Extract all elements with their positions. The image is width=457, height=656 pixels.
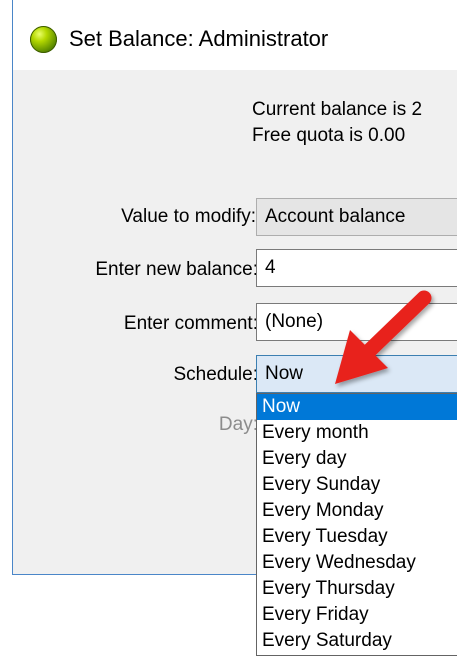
day-label: Day: [218,414,258,435]
schedule-option-every-saturday[interactable]: Every Saturday [257,628,457,654]
schedule-option-every-sunday[interactable]: Every Sunday [257,472,457,498]
value-to-modify-select[interactable]: Account balance [256,198,457,236]
schedule-option-every-wednesday[interactable]: Every Wednesday [257,550,457,576]
schedule-option-every-monday[interactable]: Every Monday [257,498,457,524]
schedule-select[interactable]: Now [256,355,457,393]
schedule-label: Schedule: [173,364,258,385]
current-balance-text: Current balance is 2 [252,99,423,120]
schedule-dropdown-list: Now Every month Every day Every Sunday E… [256,393,457,656]
balance-info: Current balance is 2 Free quota is 0.00 [252,97,422,149]
value-to-modify-label: Value to modify: [121,206,256,227]
free-quota-text: Free quota is 0.00 [252,125,406,146]
comment-label: Enter comment: [123,313,258,334]
new-balance-label: Enter new balance: [95,259,258,280]
schedule-option-every-thursday[interactable]: Every Thursday [257,576,457,602]
schedule-option-every-day[interactable]: Every day [257,446,457,472]
comment-input[interactable]: (None) [256,303,457,341]
new-balance-input[interactable]: 4 [256,249,457,287]
schedule-option-every-friday[interactable]: Every Friday [257,602,457,628]
green-ball-icon [30,26,57,53]
title-bar: Set Balance: Administrator [13,0,457,70]
schedule-option-every-month[interactable]: Every month [257,420,457,446]
window-title: Set Balance: Administrator [69,26,329,51]
schedule-option-now[interactable]: Now [257,394,457,420]
schedule-option-every-tuesday[interactable]: Every Tuesday [257,524,457,550]
